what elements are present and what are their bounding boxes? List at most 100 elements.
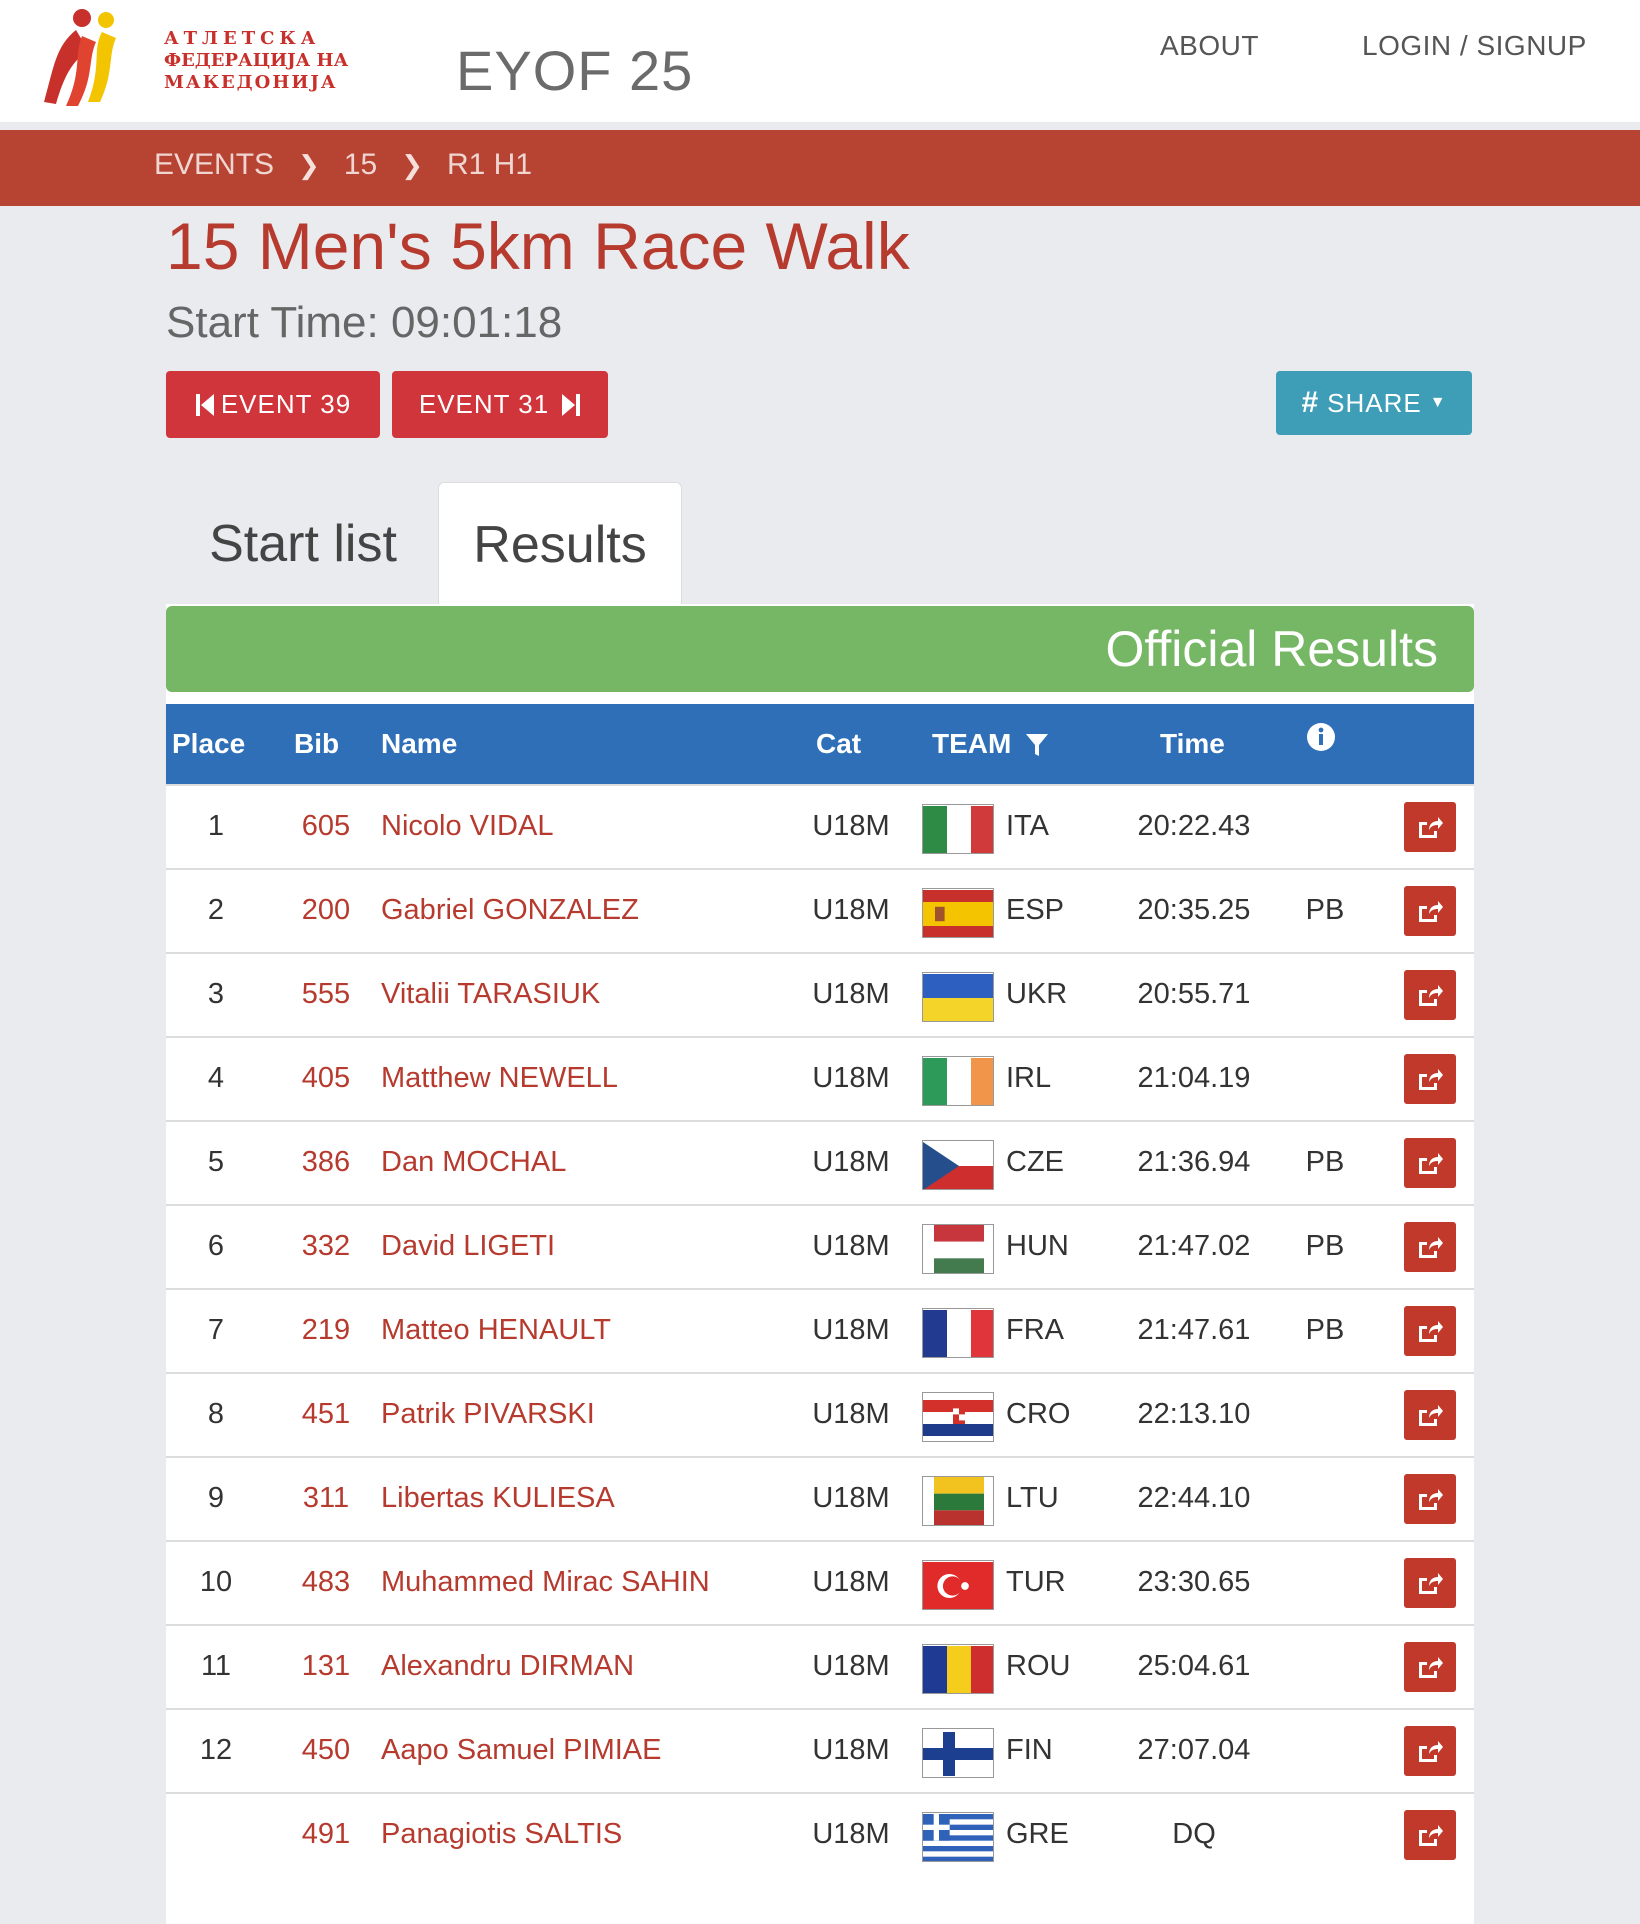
table-row: 6 332 David LIGETI U18M HUN 21:47.02 PB (166, 1204, 1474, 1288)
share-result-icon[interactable] (1404, 1474, 1456, 1524)
bib-link[interactable]: 131 (286, 1650, 366, 1683)
next-event-button[interactable]: EVENT 31 (392, 371, 608, 438)
team-cell: FIN (1006, 1734, 1053, 1766)
team-cell: FRA (1006, 1314, 1064, 1346)
time-cell: 21:04.19 (1137, 1062, 1251, 1094)
table-row: 3 555 Vitalii TARASIUK U18M UKR 20:55.71 (166, 952, 1474, 1036)
athlete-name-link[interactable]: Vitalii TARASIUK (381, 978, 600, 1011)
team-cell: CRO (1006, 1398, 1071, 1430)
athlete-name-link[interactable]: Aapo Samuel PIMIAE (381, 1734, 661, 1767)
athlete-name-link[interactable]: Matteo HENAULT (381, 1314, 611, 1347)
previous-event-label: EVENT 39 (220, 389, 352, 419)
athlete-name-link[interactable]: Dan MOCHAL (381, 1146, 566, 1179)
cro-flag-icon (922, 1392, 994, 1442)
federation-logo[interactable]: АТЛЕТСКА ФЕДЕРАЦИЈА НА МАКЕДОНИЈА (36, 6, 348, 110)
hun-flag-icon (922, 1224, 994, 1274)
athlete-name-link[interactable]: Libertas KULIESA (381, 1482, 615, 1515)
header-cat[interactable]: Cat (816, 728, 861, 760)
bib-link[interactable]: 386 (286, 1146, 366, 1179)
start-time: Start Time: 09:01:18 (166, 298, 563, 347)
breadcrumb: EVENTS ❯ 15 ❯ R1 H1 (154, 148, 532, 182)
tab-results[interactable]: Results (438, 482, 682, 606)
time-cell: 22:44.10 (1137, 1482, 1251, 1514)
ita-flag-icon (922, 804, 994, 854)
category-cell: U18M (812, 1230, 890, 1262)
share-result-icon[interactable] (1404, 1810, 1456, 1860)
table-row: 9 311 Libertas KULIESA U18M LTU 22:44.10 (166, 1456, 1474, 1540)
table-row: 491 Panagiotis SALTIS U18M GRE DQ (166, 1792, 1474, 1876)
time-cell: DQ (1172, 1818, 1216, 1850)
ltu-flag-icon (922, 1476, 994, 1526)
nav-login-link[interactable]: LOGIN / SIGNUP (1362, 30, 1587, 62)
bib-link[interactable]: 332 (286, 1230, 366, 1263)
bib-link[interactable]: 605 (286, 810, 366, 843)
athlete-name-link[interactable]: Patrik PIVARSKI (381, 1398, 595, 1431)
header-bib[interactable]: Bib (294, 728, 339, 760)
irl-flag-icon (922, 1056, 994, 1106)
athlete-name-link[interactable]: Gabriel GONZALEZ (381, 894, 639, 927)
athlete-name-link[interactable]: Nicolo VIDAL (381, 810, 553, 843)
athlete-name-link[interactable]: Panagiotis SALTIS (381, 1818, 622, 1851)
header-name[interactable]: Name (381, 728, 457, 760)
next-event-label: EVENT 31 (418, 389, 550, 419)
category-cell: U18M (812, 1062, 890, 1094)
bib-link[interactable]: 311 (286, 1482, 366, 1515)
share-result-icon[interactable] (1404, 886, 1456, 936)
table-row: 1 605 Nicolo VIDAL U18M ITA 20:22.43 (166, 784, 1474, 868)
breadcrumb-event-number[interactable]: 15 (344, 148, 377, 182)
place-cell: 2 (207, 894, 225, 926)
chevron-right-icon: ❯ (401, 149, 423, 180)
share-result-icon[interactable] (1404, 802, 1456, 852)
previous-event-button[interactable]: EVENT 39 (166, 371, 380, 438)
category-cell: U18M (812, 1398, 890, 1430)
header-team[interactable]: TEAM (932, 728, 1049, 760)
site-title[interactable]: EYOF 25 (456, 38, 693, 103)
athlete-name-link[interactable]: David LIGETI (381, 1230, 555, 1263)
hashtag-icon: # (1301, 386, 1320, 419)
breadcrumb-events[interactable]: EVENTS (154, 148, 274, 182)
nav-about-link[interactable]: ABOUT (1160, 30, 1259, 62)
record-note: PB (1305, 1314, 1345, 1346)
bib-link[interactable]: 555 (286, 978, 366, 1011)
bib-link[interactable]: 219 (286, 1314, 366, 1347)
bib-link[interactable]: 405 (286, 1062, 366, 1095)
share-result-icon[interactable] (1404, 1390, 1456, 1440)
share-result-icon[interactable] (1404, 1054, 1456, 1104)
athlete-name-link[interactable]: Muhammed Mirac SAHIN (381, 1566, 710, 1599)
bib-link[interactable]: 491 (286, 1818, 366, 1851)
team-cell: ITA (1006, 810, 1049, 842)
share-result-icon[interactable] (1404, 1726, 1456, 1776)
bib-link[interactable]: 451 (286, 1398, 366, 1431)
share-dropdown-button[interactable]: # SHARE ▼ (1276, 371, 1472, 435)
logo-line-2: ФЕДЕРАЦИЈА НА (164, 50, 349, 71)
header-team-label: TEAM (932, 728, 1012, 759)
share-result-icon[interactable] (1404, 1222, 1456, 1272)
breadcrumb-heat[interactable]: R1 H1 (447, 148, 532, 182)
category-cell: U18M (812, 894, 890, 926)
category-cell: U18M (812, 1818, 890, 1850)
table-row: 5 386 Dan MOCHAL U18M CZE 21:36.94 PB (166, 1120, 1474, 1204)
time-cell: 20:35.25 (1137, 894, 1251, 926)
time-cell: 20:55.71 (1137, 978, 1251, 1010)
table-row: 10 483 Muhammed Mirac SAHIN U18M TUR 23:30.65 (166, 1540, 1474, 1624)
share-result-icon[interactable] (1404, 1306, 1456, 1356)
table-header: Place Bib Name Cat TEAM Time (166, 704, 1474, 784)
share-result-icon[interactable] (1404, 1558, 1456, 1608)
header-place[interactable]: Place (172, 728, 245, 760)
tab-start-list[interactable]: Start list (168, 482, 438, 606)
share-result-icon[interactable] (1404, 1642, 1456, 1692)
ukr-flag-icon (922, 972, 994, 1022)
time-cell: 23:30.65 (1137, 1566, 1251, 1598)
bib-link[interactable]: 200 (286, 894, 366, 927)
athlete-name-link[interactable]: Alexandru DIRMAN (381, 1650, 634, 1683)
info-icon[interactable] (1306, 722, 1336, 759)
time-cell: 22:13.10 (1137, 1398, 1251, 1430)
athlete-name-link[interactable]: Matthew NEWELL (381, 1062, 618, 1095)
header-time[interactable]: Time (1160, 728, 1225, 760)
filter-icon[interactable] (1025, 732, 1049, 758)
share-result-icon[interactable] (1404, 970, 1456, 1020)
bib-link[interactable]: 483 (286, 1566, 366, 1599)
share-result-icon[interactable] (1404, 1138, 1456, 1188)
team-cell: GRE (1006, 1818, 1069, 1850)
bib-link[interactable]: 450 (286, 1734, 366, 1767)
